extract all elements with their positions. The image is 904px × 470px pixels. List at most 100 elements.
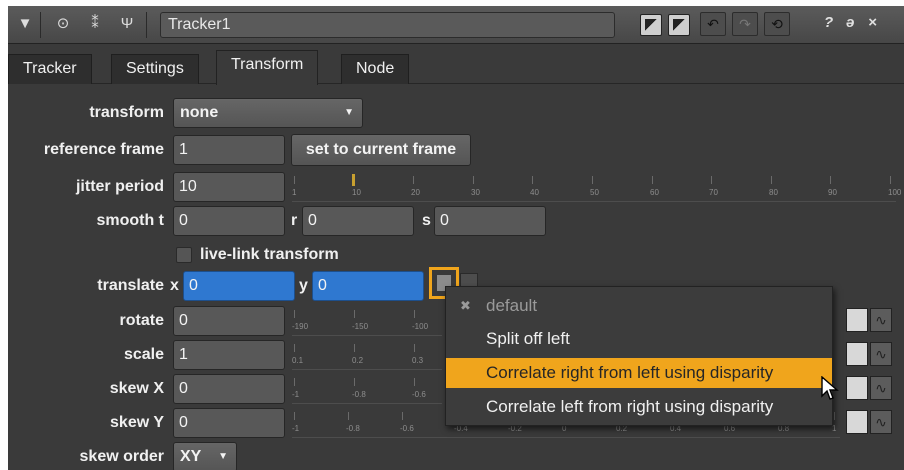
skew-x-curve-icon[interactable]: ∿ xyxy=(870,376,892,400)
slider-tick-label: -1 xyxy=(292,390,300,399)
slider-tick-label: 50 xyxy=(590,188,599,197)
undo-icon[interactable]: ↶ xyxy=(700,12,726,36)
translate-y-input[interactable]: 0 xyxy=(312,271,424,301)
skew-order-dropdown[interactable]: XY ▼ xyxy=(173,442,237,470)
slider-tick-label: 0.1 xyxy=(292,356,304,365)
jitter-period-input[interactable]: 10 xyxy=(173,172,285,202)
menu-item-default[interactable]: ✖ default xyxy=(446,291,832,321)
slider-tick xyxy=(771,176,772,184)
chevron-down-icon: ▼ xyxy=(218,451,228,462)
skew-y-input[interactable]: 0 xyxy=(173,408,285,438)
slider-tick xyxy=(402,412,403,420)
slider-tick xyxy=(830,176,831,184)
slider-tick xyxy=(294,176,295,184)
slider-tick xyxy=(834,412,835,420)
titlebar-divider xyxy=(40,12,41,38)
smooth-t-label: smooth t xyxy=(96,212,164,229)
revert-icon[interactable]: ⟲ xyxy=(764,12,790,36)
help-icon[interactable]: ? xyxy=(824,14,833,31)
tab-transform[interactable]: Transform xyxy=(216,50,319,85)
tab-node[interactable]: Node xyxy=(341,54,410,84)
rotate-curve-icon[interactable]: ∿ xyxy=(870,308,892,332)
smooth-r-label: r xyxy=(291,212,298,229)
reference-frame-label: reference frame xyxy=(43,141,164,158)
skew-y-label: skew Y xyxy=(110,414,164,431)
slider-tick xyxy=(890,176,891,184)
viewer-icon[interactable]: ⊙ xyxy=(52,13,74,35)
slider-tick xyxy=(414,378,415,386)
slider-tick-label: -150 xyxy=(352,322,369,331)
smooth-r-input[interactable]: 0 xyxy=(302,206,414,236)
smooth-t-input[interactable]: 0 xyxy=(173,206,285,236)
titlebar-divider xyxy=(146,12,147,38)
rotate-slider[interactable]: -190 -150 -100 xyxy=(292,306,442,336)
translate-x-label: x xyxy=(170,277,179,294)
slider-tick xyxy=(592,176,593,184)
collapse-triangle-icon[interactable]: ▼ xyxy=(14,13,36,35)
scale-animation-icon[interactable] xyxy=(846,342,868,366)
slider-tick-label: 20 xyxy=(411,188,420,197)
slider-tick xyxy=(473,176,474,184)
scale-input[interactable]: 1 xyxy=(173,340,285,370)
slider-tick-label: 90 xyxy=(828,188,837,197)
slider-tick-label: 30 xyxy=(471,188,480,197)
slider-tick xyxy=(294,344,295,352)
slider-tick-label: 60 xyxy=(650,188,659,197)
skew-x-slider[interactable]: -1 -0.8 -0.6 xyxy=(292,374,442,404)
slider-tick xyxy=(354,378,355,386)
reference-frame-input[interactable]: 1 xyxy=(173,135,285,165)
skew-x-label: skew X xyxy=(109,380,164,397)
slider-tick-label: 80 xyxy=(769,188,778,197)
rotate-input[interactable]: 0 xyxy=(173,306,285,336)
set-to-current-frame-button[interactable]: set to current frame xyxy=(291,134,471,166)
panel-titlebar: ▼ ⊙ ⁑ Ψ Tracker1 ↶ ↷ ⟲ ? ə × xyxy=(8,6,904,44)
skew-y-curve-icon[interactable]: ∿ xyxy=(870,410,892,434)
tool-icon[interactable]: Ψ xyxy=(116,13,138,35)
node-properties-panel: ▼ ⊙ ⁑ Ψ Tracker1 ↶ ↷ ⟲ ? ə × Tracker Set… xyxy=(8,6,904,470)
slider-tick-label: -1 xyxy=(292,424,300,433)
skew-x-input[interactable]: 0 xyxy=(173,374,285,404)
tracks-icon[interactable]: ⁑ xyxy=(84,13,106,35)
rotate-label: rotate xyxy=(119,312,164,329)
skew-order-label: skew order xyxy=(79,448,164,465)
slider-tick-label: -190 xyxy=(292,322,309,331)
slider-tick-label: -0.8 xyxy=(346,424,360,433)
slider-handle[interactable] xyxy=(352,174,355,186)
scale-curve-icon[interactable]: ∿ xyxy=(870,342,892,366)
menu-item-label: default xyxy=(486,296,538,315)
smooth-s-input[interactable]: 0 xyxy=(434,206,546,236)
slider-tick xyxy=(348,412,349,420)
tab-tracker[interactable]: Tracker xyxy=(8,54,92,84)
transform-label: transform xyxy=(89,104,164,121)
skew-x-animation-icon[interactable] xyxy=(846,376,868,400)
scale-label: scale xyxy=(123,346,164,363)
paste-icon[interactable] xyxy=(668,14,690,36)
slider-tick-label: -0.8 xyxy=(352,390,366,399)
smooth-s-label: s xyxy=(422,212,431,229)
translate-x-input[interactable]: 0 xyxy=(183,271,295,301)
slider-tick-label: 100 xyxy=(888,188,902,197)
rotate-animation-icon[interactable] xyxy=(846,308,868,332)
slider-tick xyxy=(413,176,414,184)
menu-item-split-off-left[interactable]: Split off left xyxy=(446,324,832,354)
scale-slider[interactable]: 0.1 0.2 0.3 xyxy=(292,340,442,370)
close-icon[interactable]: × xyxy=(868,14,877,31)
split-view-menu: ✖ default Split off left Correlate right… xyxy=(445,286,833,426)
slider-tick xyxy=(294,378,295,386)
transform-dropdown[interactable]: none ▼ xyxy=(173,98,363,128)
menu-item-correlate-right-from-left[interactable]: Correlate right from left using disparit… xyxy=(446,358,832,388)
slider-tick-label: 40 xyxy=(530,188,539,197)
skew-y-animation-icon[interactable] xyxy=(846,410,868,434)
redo-icon[interactable]: ↷ xyxy=(732,12,758,36)
node-name-input[interactable]: Tracker1 xyxy=(160,12,615,38)
tab-bar: Tracker Settings Transform Node xyxy=(8,50,904,85)
copy-icon[interactable] xyxy=(640,14,662,36)
menu-item-correlate-left-from-right[interactable]: Correlate left from right using disparit… xyxy=(446,392,832,422)
live-link-transform-checkbox[interactable] xyxy=(176,247,192,263)
slider-tick-label: -100 xyxy=(412,322,429,331)
live-link-transform-label: live-link transform xyxy=(200,246,339,263)
jitter-period-slider[interactable]: 1 10 20 30 40 50 60 70 80 90 100 xyxy=(292,172,901,202)
slider-tick-label: 0.2 xyxy=(352,356,364,365)
float-panel-icon[interactable]: ə xyxy=(846,14,854,31)
tab-settings[interactable]: Settings xyxy=(111,54,199,84)
